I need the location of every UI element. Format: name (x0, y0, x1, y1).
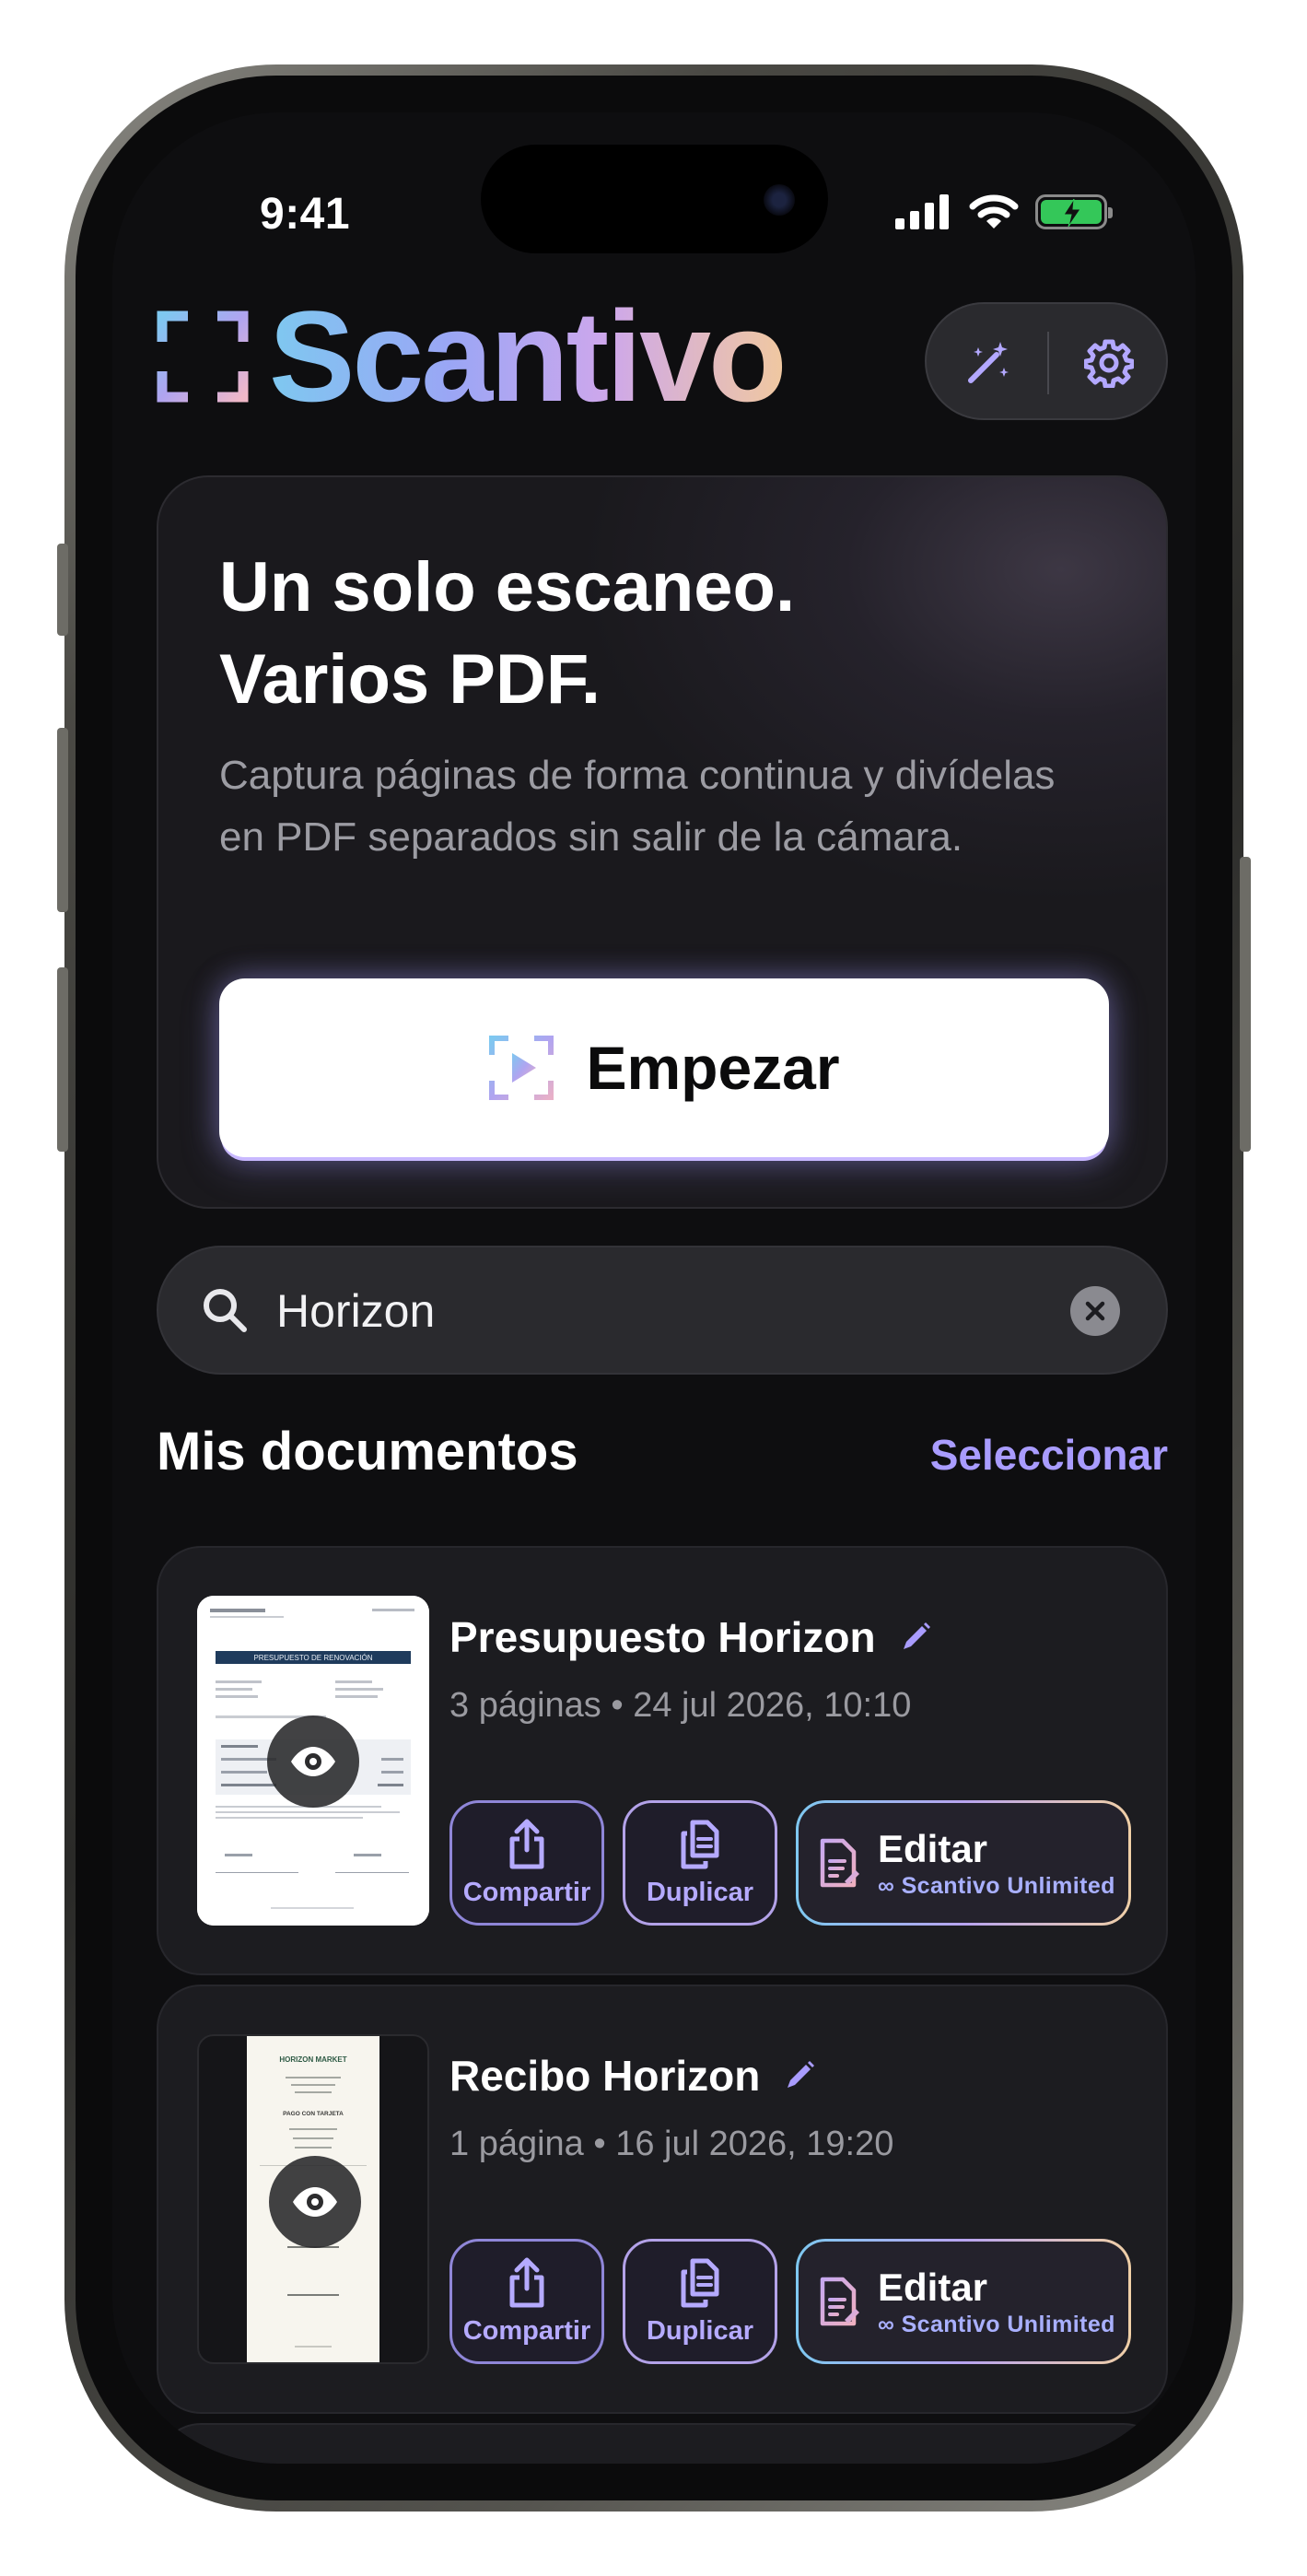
unlimited-badge: ∞ Scantivo Unlimited (878, 2311, 1115, 2337)
volume-down-button (57, 967, 68, 1152)
start-scan-button[interactable]: Empezar (219, 978, 1109, 1157)
hero-title-line2: Varios PDF. (219, 640, 601, 719)
duplicate-button[interactable]: Duplicar (623, 1800, 777, 1926)
preview-button[interactable] (267, 1715, 359, 1808)
app-screen: 9:41 Scantivo Un solo escaneo. Varios PD… (112, 112, 1196, 2464)
share-label: Compartir (462, 2315, 591, 2346)
document-card[interactable] (157, 2423, 1168, 2464)
magic-wand-icon (968, 342, 1009, 383)
gear-icon (1084, 339, 1134, 388)
document-meta: 3 páginas • 24 jul 2026, 10:10 (449, 1686, 912, 1725)
document-thumbnail[interactable]: HORIZON MARKET PAGO CON TARJETA (197, 2034, 429, 2364)
edit-label: Editar (878, 2265, 988, 2309)
search-bar (157, 1246, 1168, 1375)
clear-icon (1085, 1301, 1105, 1321)
edit-document-icon (820, 1838, 859, 1888)
pencil-icon[interactable] (782, 2058, 817, 2093)
search-icon (204, 1289, 247, 1332)
edit-label: Editar (878, 1826, 988, 1870)
app-name: Scantivo (269, 284, 788, 428)
hero-title-line1: Un solo escaneo. (219, 548, 796, 626)
document-title: Recibo Horizon (449, 2052, 761, 2100)
duplicate-icon (681, 1820, 719, 1868)
share-button[interactable]: Compartir (449, 1800, 604, 1926)
battery-icon (1035, 194, 1113, 229)
document-title-row: Presupuesto Horizon (449, 1612, 933, 1662)
volume-up-button (57, 728, 68, 912)
eye-icon (291, 1747, 335, 1776)
share-label: Compartir (462, 1877, 591, 1907)
share-icon (509, 1819, 544, 1868)
clear-search-button[interactable] (1070, 1286, 1120, 1336)
front-camera (764, 184, 795, 216)
thumb-heading: HORIZON MARKET (279, 2055, 346, 2064)
magic-wand-button[interactable] (957, 332, 1020, 394)
document-card[interactable]: HORIZON MARKET PAGO CON TARJETA Recibo H… (157, 1985, 1168, 2414)
duplicate-button[interactable]: Duplicar (623, 2239, 777, 2364)
preview-button[interactable] (269, 2156, 361, 2248)
edit-document-icon (820, 2277, 859, 2326)
share-button[interactable]: Compartir (449, 2239, 604, 2364)
dynamic-island (481, 145, 828, 253)
wifi-icon (969, 194, 1019, 228)
search-input[interactable] (274, 1275, 1033, 1347)
select-button[interactable]: Seleccionar (930, 1430, 1168, 1480)
share-icon (509, 2257, 544, 2307)
document-title: Presupuesto Horizon (449, 1613, 876, 1661)
cellular-signal-icon (895, 194, 949, 229)
document-thumbnail[interactable]: PRESUPUESTO DE RENOVACIÓN (197, 1596, 429, 1926)
action-button (57, 544, 68, 636)
app-logo: Scantivo (157, 284, 788, 428)
thumb-subheading: PAGO CON TARJETA (283, 2111, 344, 2117)
hero-title: Un solo escaneo. Varios PDF. (219, 542, 795, 726)
thumb-heading: PRESUPUESTO DE RENOVACIÓN (253, 1654, 372, 1662)
duplicate-label: Duplicar (646, 2315, 754, 2346)
document-title-row: Recibo Horizon (449, 2051, 817, 2101)
document-meta: 1 página • 16 jul 2026, 19:20 (449, 2125, 894, 2163)
scan-play-icon (489, 1036, 554, 1100)
scan-frame-icon (157, 310, 249, 403)
settings-button[interactable] (1078, 332, 1140, 394)
status-time: 9:41 (260, 190, 351, 239)
edit-button[interactable]: Editar ∞ Scantivo Unlimited (796, 1800, 1131, 1926)
pencil-icon[interactable] (898, 1620, 933, 1655)
power-button (1240, 857, 1251, 1152)
header-actions (925, 302, 1168, 420)
status-icons (895, 193, 1113, 230)
edit-button[interactable]: Editar ∞ Scantivo Unlimited (796, 2239, 1131, 2364)
hero-description: Captura páginas de forma continua y diví… (219, 753, 1056, 860)
documents-section-title: Mis documentos (157, 1422, 578, 1481)
duplicate-label: Duplicar (646, 1877, 754, 1907)
eye-icon (293, 2187, 337, 2217)
document-card[interactable]: PRESUPUESTO DE RENOVACIÓN Presupuesto Ho… (157, 1546, 1168, 1975)
duplicate-icon (681, 2258, 719, 2307)
start-scan-label: Empezar (586, 1034, 840, 1102)
hero-card: Un solo escaneo. Varios PDF. Captura pág… (157, 475, 1168, 1209)
unlimited-badge: ∞ Scantivo Unlimited (878, 1872, 1115, 1899)
